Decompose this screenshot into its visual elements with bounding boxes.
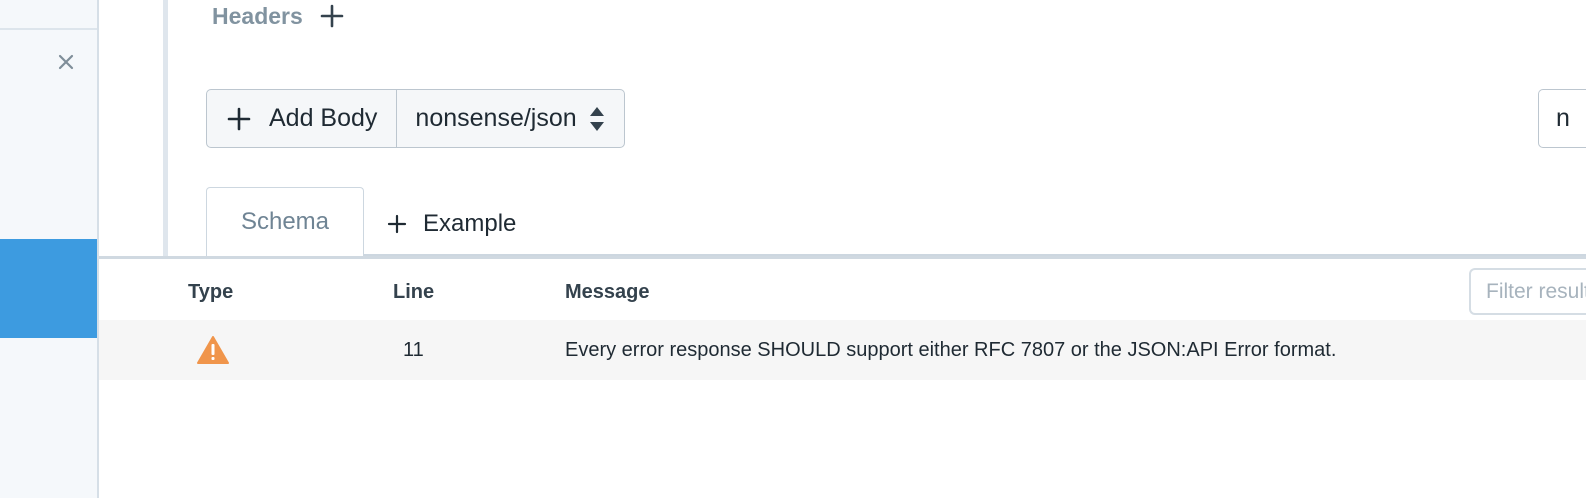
column-header-type[interactable]: Type	[188, 281, 233, 304]
headers-section: Headers	[212, 0, 345, 32]
tab-example[interactable]: Example	[387, 202, 516, 246]
table-row[interactable]: 11 Every error response SHOULD support e…	[99, 320, 1586, 380]
column-header-message[interactable]: Message	[565, 281, 650, 304]
media-type-value: nonsense/json	[415, 104, 577, 132]
add-header-icon[interactable]	[319, 3, 345, 29]
column-header-line[interactable]: Line	[393, 281, 434, 304]
plus-icon	[387, 214, 407, 234]
sidebar	[0, 0, 99, 498]
warning-triangle-icon	[197, 336, 229, 364]
plus-icon	[227, 107, 251, 130]
row-message: Every error response SHOULD support eith…	[565, 339, 1337, 361]
row-line-number: 11	[403, 339, 424, 361]
close-icon[interactable]	[54, 50, 78, 74]
editor-divider	[163, 0, 168, 256]
right-field[interactable]: n	[1538, 89, 1586, 148]
headers-label: Headers	[212, 2, 303, 29]
add-body-button[interactable]: Add Body	[207, 90, 398, 147]
tab-schema[interactable]: Schema	[206, 187, 364, 256]
select-arrows-icon	[589, 106, 604, 131]
media-type-select[interactable]: nonsense/json	[397, 90, 623, 147]
tab-example-label: Example	[423, 210, 517, 237]
body-controls: Add Body nonsense/json	[206, 89, 625, 148]
filter-input[interactable]	[1469, 268, 1586, 315]
response-editor: Headers Add Body nonsense/json n Schema …	[99, 0, 1586, 256]
sidebar-active-item[interactable]	[0, 239, 97, 338]
add-body-label: Add Body	[269, 104, 378, 132]
sidebar-divider	[0, 28, 97, 30]
problems-panel: Type Line Message 11 Every error respons…	[99, 256, 1586, 498]
